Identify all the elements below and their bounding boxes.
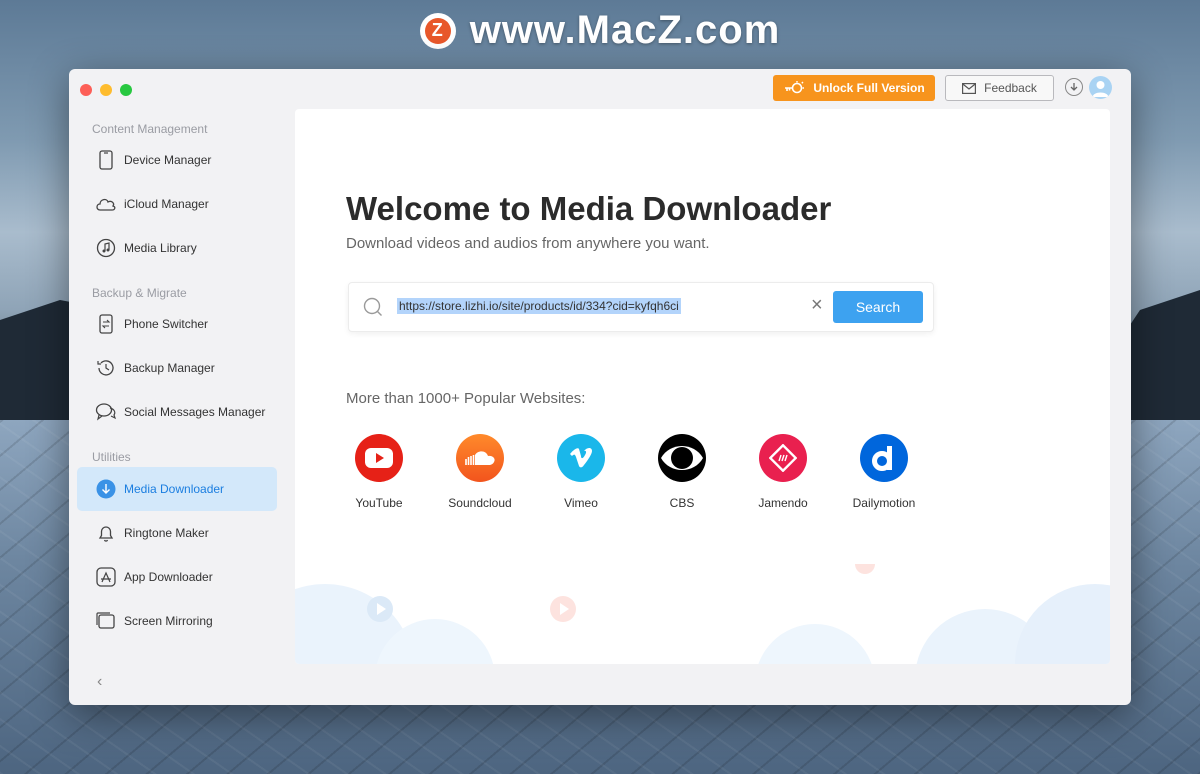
search-icon <box>363 297 382 316</box>
sidebar-item-media-library[interactable]: Media Library <box>77 227 277 269</box>
phone-switch-icon <box>94 312 118 336</box>
download-icon <box>94 477 118 501</box>
sidebar-item-device-manager[interactable]: Device Manager <box>77 139 277 181</box>
youtube-icon <box>355 434 403 482</box>
unlock-label: Unlock Full Version <box>813 81 925 95</box>
account-avatar[interactable] <box>1089 76 1112 99</box>
collapse-sidebar-chevron-icon[interactable]: ‹ <box>97 673 102 691</box>
close-window-button[interactable] <box>80 84 92 96</box>
jamendo-icon <box>759 434 807 482</box>
sidebar-item-backup-manager[interactable]: Backup Manager <box>77 347 277 389</box>
sidebar-item-label: App Downloader <box>124 570 213 584</box>
section-title-content-management: Content Management <box>92 122 208 136</box>
phone-icon <box>94 148 118 172</box>
feedback-button[interactable]: Feedback <box>945 75 1054 101</box>
mail-icon <box>962 82 977 94</box>
sidebar-item-app-downloader[interactable]: App Downloader <box>77 556 277 598</box>
section-title-utilities: Utilities <box>92 450 131 464</box>
bell-icon <box>94 521 118 545</box>
sidebar-item-screen-mirroring[interactable]: Screen Mirroring <box>77 600 277 642</box>
site-jamendo[interactable]: Jamendo <box>733 434 833 510</box>
site-soundcloud[interactable]: Soundcloud <box>430 434 530 510</box>
sidebar: Content Management Device Manager iCloud… <box>69 109 289 705</box>
site-vimeo[interactable]: Vimeo <box>531 434 631 510</box>
vimeo-icon <box>557 434 605 482</box>
sidebar-item-ringtone-maker[interactable]: Ringtone Maker <box>77 512 277 554</box>
window-controls <box>80 84 132 96</box>
unlock-full-version-button[interactable]: Unlock Full Version <box>773 75 935 101</box>
macz-logo-icon: Z <box>419 12 456 49</box>
sidebar-item-media-downloader[interactable]: Media Downloader <box>77 467 277 511</box>
sidebar-item-social-messages-manager[interactable]: Social Messages Manager <box>77 391 277 433</box>
download-arrow-icon <box>1070 83 1078 91</box>
site-name: YouTube <box>355 496 403 510</box>
cloud-icon <box>94 192 118 216</box>
site-dailymotion[interactable]: Dailymotion <box>834 434 934 510</box>
minimize-window-button[interactable] <box>100 84 112 96</box>
site-name: Jamendo <box>758 496 808 510</box>
section-title-backup-migrate: Backup & Migrate <box>92 286 187 300</box>
sidebar-item-label: Backup Manager <box>124 361 215 375</box>
sidebar-item-label: Screen Mirroring <box>124 614 213 628</box>
site-name: CBS <box>669 496 695 510</box>
main-panel: Welcome to Media Downloader Download vid… <box>295 109 1110 664</box>
soundcloud-icon <box>456 434 504 482</box>
history-icon <box>94 356 118 380</box>
sidebar-item-label: iCloud Manager <box>124 197 209 211</box>
page-subtitle: Download videos and audios from anywhere… <box>346 235 710 252</box>
clear-icon[interactable]: × <box>811 295 823 315</box>
zoom-window-button[interactable] <box>120 84 132 96</box>
cloud-decoration <box>295 564 1110 664</box>
page-title: Welcome to Media Downloader <box>346 190 832 227</box>
app-store-icon <box>94 565 118 589</box>
screen-icon <box>94 609 118 633</box>
app-window: Unlock Full Version Feedback Content Man… <box>69 69 1131 705</box>
site-name: Vimeo <box>564 496 598 510</box>
sidebar-item-label: Media Downloader <box>124 482 225 496</box>
site-name: Soundcloud <box>448 496 512 510</box>
chat-icon <box>94 400 118 424</box>
watermark: Z www.MacZ.com <box>0 8 1200 53</box>
feedback-label: Feedback <box>984 81 1037 95</box>
watermark-text: www.MacZ.com <box>469 8 781 52</box>
url-search-bar: https://store.lizhi.io/site/products/id/… <box>348 282 934 332</box>
sidebar-item-label: Media Library <box>124 241 197 255</box>
cbs-eye-icon <box>658 434 706 482</box>
sidebar-item-label: Ringtone Maker <box>124 526 209 540</box>
user-icon <box>1092 81 1109 97</box>
dailymotion-icon <box>860 434 908 482</box>
popular-websites-label: More than 1000+ Popular Websites: <box>346 390 586 407</box>
sidebar-item-label: Social Messages Manager <box>124 405 266 419</box>
sidebar-item-icloud-manager[interactable]: iCloud Manager <box>77 183 277 225</box>
site-cbs[interactable]: CBS <box>632 434 732 510</box>
url-input[interactable]: https://store.lizhi.io/site/products/id/… <box>397 298 681 314</box>
sidebar-item-phone-switcher[interactable]: Phone Switcher <box>77 303 277 345</box>
music-icon <box>94 236 118 260</box>
sidebar-item-label: Phone Switcher <box>124 317 209 331</box>
downloads-button[interactable] <box>1065 78 1083 96</box>
site-youtube[interactable]: YouTube <box>329 434 429 510</box>
key-icon <box>785 81 805 94</box>
site-name: Dailymotion <box>852 496 916 510</box>
sidebar-item-label: Device Manager <box>124 153 212 167</box>
search-button[interactable]: Search <box>833 291 923 323</box>
